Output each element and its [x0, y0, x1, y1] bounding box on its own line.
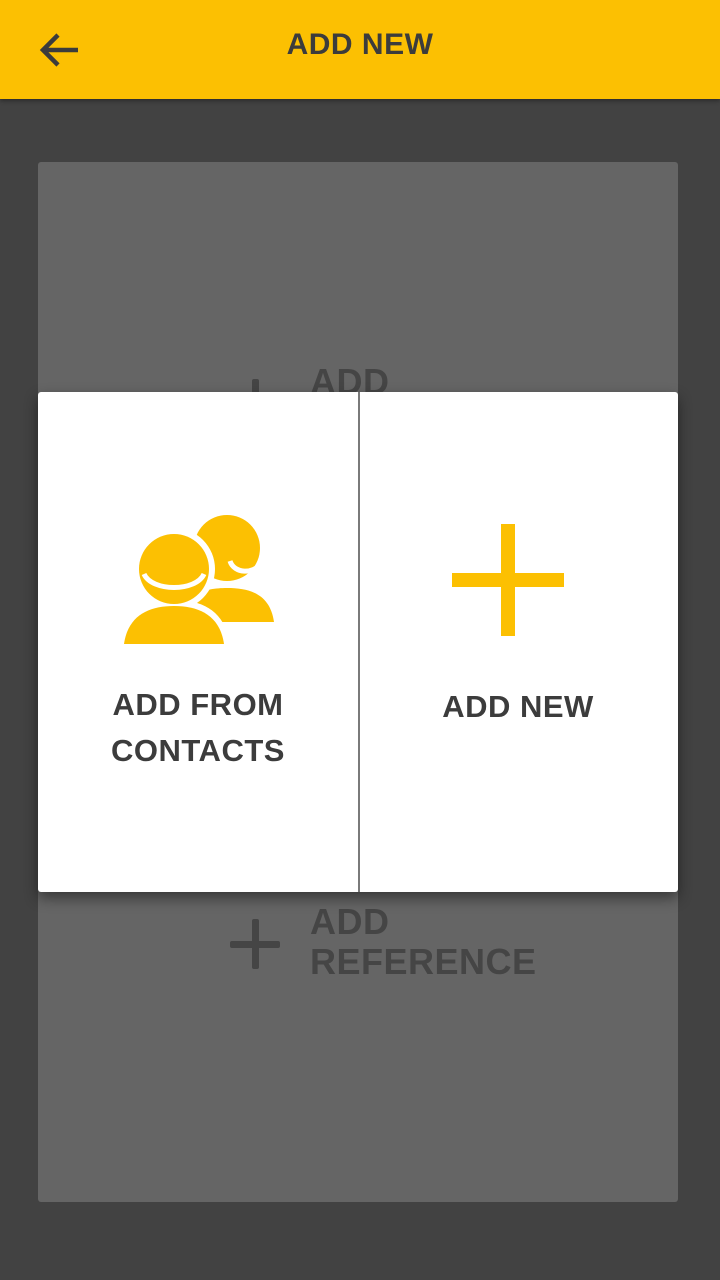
- add-reference-label: ADD REFERENCE: [310, 901, 537, 982]
- add-options-dialog: ADD FROM CONTACTS ADD NEW: [38, 392, 678, 892]
- add-new-label: ADD NEW: [442, 689, 594, 724]
- add-reference-item: ADD REFERENCE: [230, 902, 537, 982]
- plus-icon: [452, 524, 564, 636]
- add-from-contacts-label: ADD FROM CONTACTS: [111, 687, 285, 768]
- page-title: ADD NEW: [286, 28, 434, 61]
- add-new-option[interactable]: ADD NEW: [358, 392, 678, 892]
- contacts-icon: [122, 515, 274, 644]
- plus-icon: [230, 919, 280, 969]
- add-from-contacts-option[interactable]: ADD FROM CONTACTS: [38, 392, 358, 892]
- app-bar: ADD NEW: [0, 0, 720, 99]
